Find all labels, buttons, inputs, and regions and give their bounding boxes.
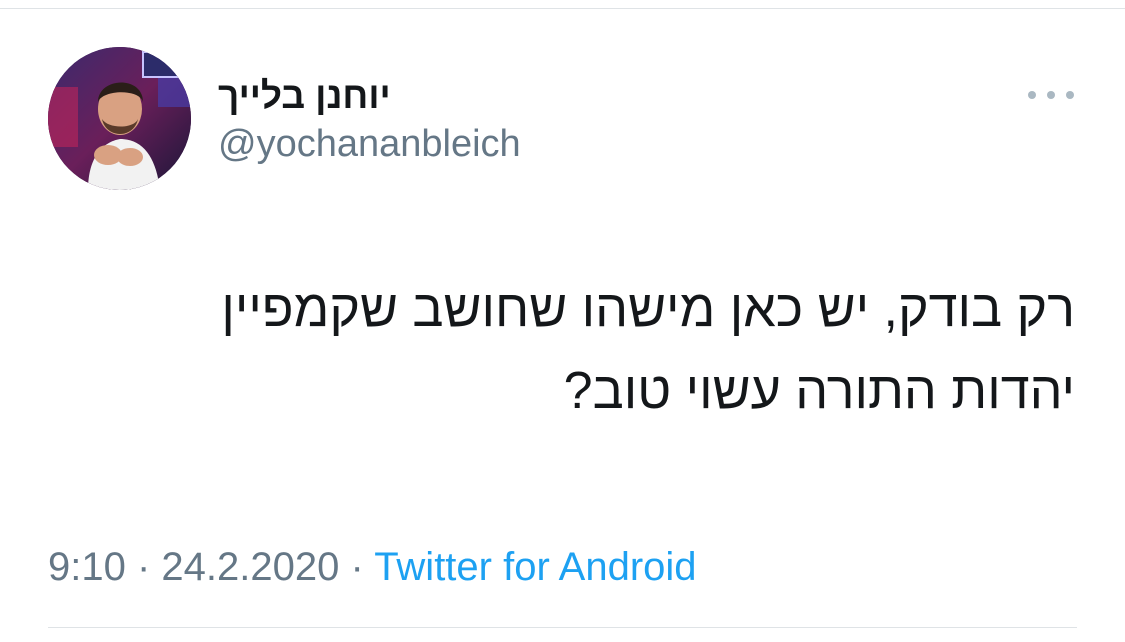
tweet-meta: 9:10 · 24.2.2020 · Twitter for Android	[48, 540, 697, 594]
tweet-source-link[interactable]: Twitter for Android	[374, 545, 696, 589]
meta-separator: ·	[125, 545, 162, 589]
author-handle[interactable]: @yochananbleich	[218, 122, 521, 166]
tweet-text-line: רק בודק, יש כאן מישהו שחושב שקמפיין	[221, 280, 1075, 338]
more-dot	[1047, 91, 1055, 99]
tweet-time[interactable]: 9:10	[48, 545, 126, 589]
more-dot	[1028, 91, 1036, 99]
top-divider	[0, 8, 1125, 9]
tweet-text-line: יהדות התורה עשוי טוב?	[563, 362, 1075, 420]
tweet-text: רק בודק, יש כאן מישהו שחושב שקמפיין יהדו…	[95, 268, 1075, 432]
meta-separator: ·	[339, 545, 375, 589]
avatar[interactable]	[48, 47, 191, 190]
tweet-date[interactable]: 24.2.2020	[161, 545, 339, 589]
avatar-photo	[48, 47, 191, 190]
more-options-icon[interactable]	[1028, 84, 1074, 106]
author-name[interactable]: יוחנן בלייך	[218, 74, 391, 118]
bottom-divider	[48, 627, 1077, 628]
more-dot	[1066, 91, 1074, 99]
